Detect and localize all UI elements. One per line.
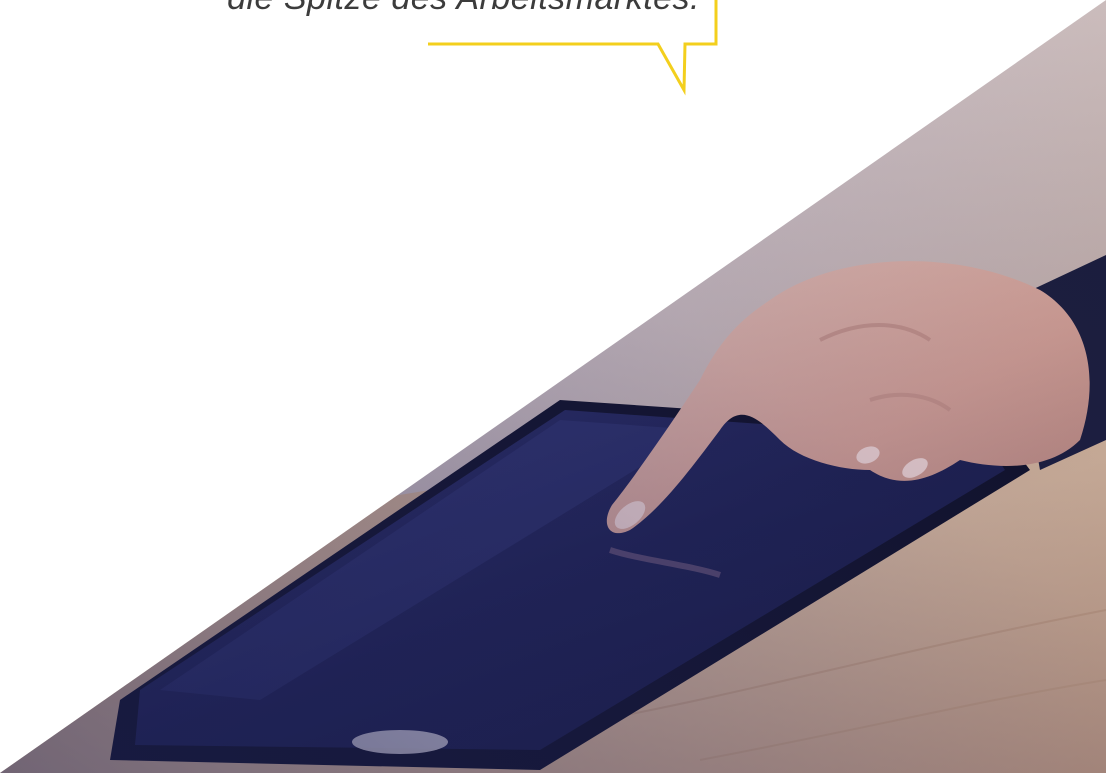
tablet-hand-photo xyxy=(0,0,1106,773)
promo-page: die Spitze des Arbeitsmarktes. xyxy=(0,0,1106,773)
